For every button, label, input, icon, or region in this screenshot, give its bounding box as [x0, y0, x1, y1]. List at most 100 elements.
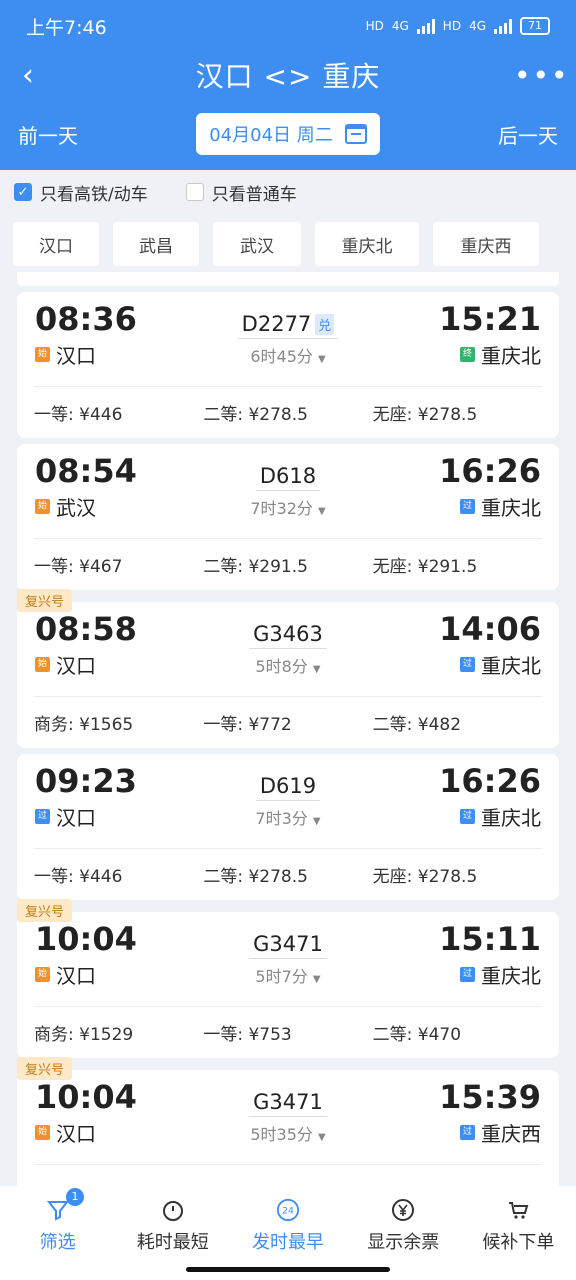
arrival-station-name: 重庆北: [481, 964, 541, 988]
station-type-tag: 始: [35, 1125, 50, 1140]
train-info: G3471 5时7分 ▼: [228, 920, 348, 1006]
station-type-tag: 过: [460, 967, 475, 982]
train-card[interactable]: 复兴号 10:04 始汉口 G3471 5时7分 ▼ 15:11 过重庆北 商务: ¥1529…: [17, 899, 559, 1058]
dropdown-triangle-icon: ▼: [317, 1132, 326, 1143]
train-number: D619: [255, 774, 321, 801]
station-chip[interactable]: 重庆西: [433, 222, 539, 266]
train-number-text: G3471: [253, 1090, 323, 1114]
tab-filter[interactable]: 1 筛选: [0, 1186, 115, 1280]
arrival-time: 15:11: [439, 920, 541, 958]
departure-time: 10:04: [35, 1078, 137, 1116]
tab-remaining-label: 显示余票: [367, 1232, 440, 1253]
arrival: 15:11 过重庆北: [439, 920, 541, 1006]
header: 上午7:46 HD 4G HD 4G 71 ‹ 汉口 <> 重庆 ••• 前一天…: [0, 0, 576, 170]
status-bar: 上午7:46 HD 4G HD 4G 71: [0, 0, 576, 52]
seat-price: 一等: ¥446: [34, 405, 123, 425]
normal-train-checkbox[interactable]: 只看普通车: [185, 180, 297, 205]
tab-waitlist[interactable]: 候补下单: [461, 1186, 576, 1280]
high-speed-checkbox[interactable]: ✓ 只看高铁/动车: [14, 180, 148, 205]
departure: 08:36 始汉口: [35, 300, 137, 386]
clock-24-icon: 24: [276, 1198, 300, 1222]
arrival-station: 过重庆北: [439, 802, 541, 831]
station-type-tag: 过: [460, 809, 475, 824]
seat-prices: 一等: ¥446 二等: ¥278.5 无座: ¥278.5: [34, 848, 542, 900]
station-type-tag: 始: [35, 499, 50, 514]
dropdown-triangle-icon: ▼: [312, 974, 321, 985]
departure-station-name: 汉口: [56, 964, 96, 988]
departure-time: 08:36: [35, 300, 137, 338]
timer-icon: [161, 1198, 185, 1222]
duration[interactable]: 7时32分 ▼: [250, 495, 325, 519]
bottom-tab-bar: 1 筛选 耗时最短 24 发时最早 显示余票 候补下单: [0, 1186, 576, 1280]
seat-prices: 商务: ¥1565 一等: ¥772 二等: ¥482: [34, 696, 542, 748]
seat-price: 二等: ¥470: [372, 1025, 462, 1045]
duration-text: 7时32分: [250, 499, 313, 518]
dropdown-triangle-icon: ▼: [317, 354, 326, 365]
departure: 08:58 始汉口: [35, 610, 137, 696]
arrival: 16:26 过重庆北: [439, 762, 541, 848]
duration[interactable]: 7时3分 ▼: [255, 805, 320, 829]
arrival: 15:21 终重庆北: [439, 300, 541, 386]
departure-station: 始汉口: [35, 1118, 137, 1147]
battery-icon: 71: [520, 17, 550, 35]
tab-earliest[interactable]: 24 发时最早: [230, 1186, 345, 1280]
cart-icon: [506, 1198, 530, 1222]
hd-icon: HD: [365, 19, 384, 33]
train-number: G3471: [249, 932, 327, 959]
arrival-station: 过重庆北: [439, 960, 541, 989]
exchange-tag: 兑: [315, 313, 335, 335]
arrival-station: 过重庆北: [439, 650, 541, 679]
departure-time: 08:58: [35, 610, 137, 648]
duration-text: 5时8分: [255, 657, 308, 676]
arrival: 16:26 过重庆北: [439, 452, 541, 538]
seat-price: 二等: ¥482: [372, 715, 462, 735]
next-day-button[interactable]: 后一天: [498, 120, 558, 149]
tab-remaining[interactable]: 显示余票: [346, 1186, 461, 1280]
train-card[interactable]: 复兴号 08:58 始汉口 G3463 5时8分 ▼ 14:06 过重庆北 商务: ¥1565…: [17, 589, 559, 748]
signal-icon: [416, 18, 435, 34]
train-number: G3463: [249, 622, 327, 649]
duration-text: 6时45分: [250, 347, 313, 366]
departure: 08:54 始武汉: [35, 452, 137, 538]
tab-waitlist-label: 候补下单: [482, 1232, 555, 1253]
train-card[interactable]: 08:36 始汉口 D2277 兑 6时45分 ▼ 15:21 终重庆北 一等: ¥446 二等…: [17, 292, 559, 438]
date-bar: 前一天 04月04日 周二 后一天: [0, 98, 576, 170]
train-number: G3471: [249, 1090, 327, 1117]
normal-train-label: 只看普通车: [211, 184, 297, 205]
arrival: 14:06 过重庆北: [439, 610, 541, 696]
station-chip[interactable]: 重庆北: [315, 222, 419, 266]
dropdown-triangle-icon: ▼: [312, 664, 321, 675]
more-icon[interactable]: •••: [514, 59, 568, 92]
station-chip[interactable]: 武昌: [113, 222, 199, 266]
tab-shortest[interactable]: 耗时最短: [115, 1186, 230, 1280]
departure-station-name: 汉口: [56, 806, 96, 830]
station-chip[interactable]: 汉口: [13, 222, 99, 266]
fuxing-tag: 复兴号: [17, 1057, 73, 1080]
date-picker[interactable]: 04月04日 周二: [196, 113, 380, 155]
duration-text: 5时35分: [250, 1125, 313, 1144]
train-main-row: 08:54 始武汉 D618 7时32分 ▼ 16:26 过重庆北: [17, 444, 559, 538]
network-label: 4G: [391, 19, 409, 33]
train-main-row: 09:23 过汉口 D619 7时3分 ▼ 16:26 过重庆北: [17, 754, 559, 848]
page-title: 汉口 <> 重庆: [195, 60, 381, 93]
departure: 10:04 始汉口: [35, 1078, 137, 1164]
train-list[interactable]: 08:36 始汉口 D2277 兑 6时45分 ▼ 15:21 终重庆北 一等: ¥446 二等…: [0, 272, 576, 1186]
duration[interactable]: 5时7分 ▼: [255, 963, 320, 987]
station-chip[interactable]: 武汉: [213, 222, 301, 266]
hd-icon-2: HD: [442, 19, 462, 33]
arrival-station: 过重庆西: [439, 1118, 541, 1147]
duration[interactable]: 5时8分 ▼: [255, 653, 320, 677]
back-icon[interactable]: ‹: [22, 58, 62, 93]
train-number: D618: [255, 464, 321, 491]
train-card[interactable]: 08:54 始武汉 D618 7时32分 ▼ 16:26 过重庆北 一等: ¥467 二等: …: [17, 444, 559, 590]
duration[interactable]: 6时45分 ▼: [250, 343, 325, 367]
departure-station: 始汉口: [35, 340, 137, 369]
signal-icon-2: [494, 18, 512, 34]
train-card[interactable]: 复兴号 10:04 始汉口 G3471 5时35分 ▼ 15:39 过重庆西: [17, 1057, 559, 1186]
train-card[interactable]: 09:23 过汉口 D619 7时3分 ▼ 16:26 过重庆北 一等: ¥446 二等: ¥…: [17, 754, 559, 900]
prev-day-button[interactable]: 前一天: [18, 120, 78, 149]
tab-filter-label: 筛选: [39, 1232, 76, 1253]
duration[interactable]: 5时35分 ▼: [250, 1121, 325, 1145]
arrival-station: 过重庆北: [439, 492, 541, 521]
seat-price: 商务: ¥1529: [34, 1025, 134, 1045]
